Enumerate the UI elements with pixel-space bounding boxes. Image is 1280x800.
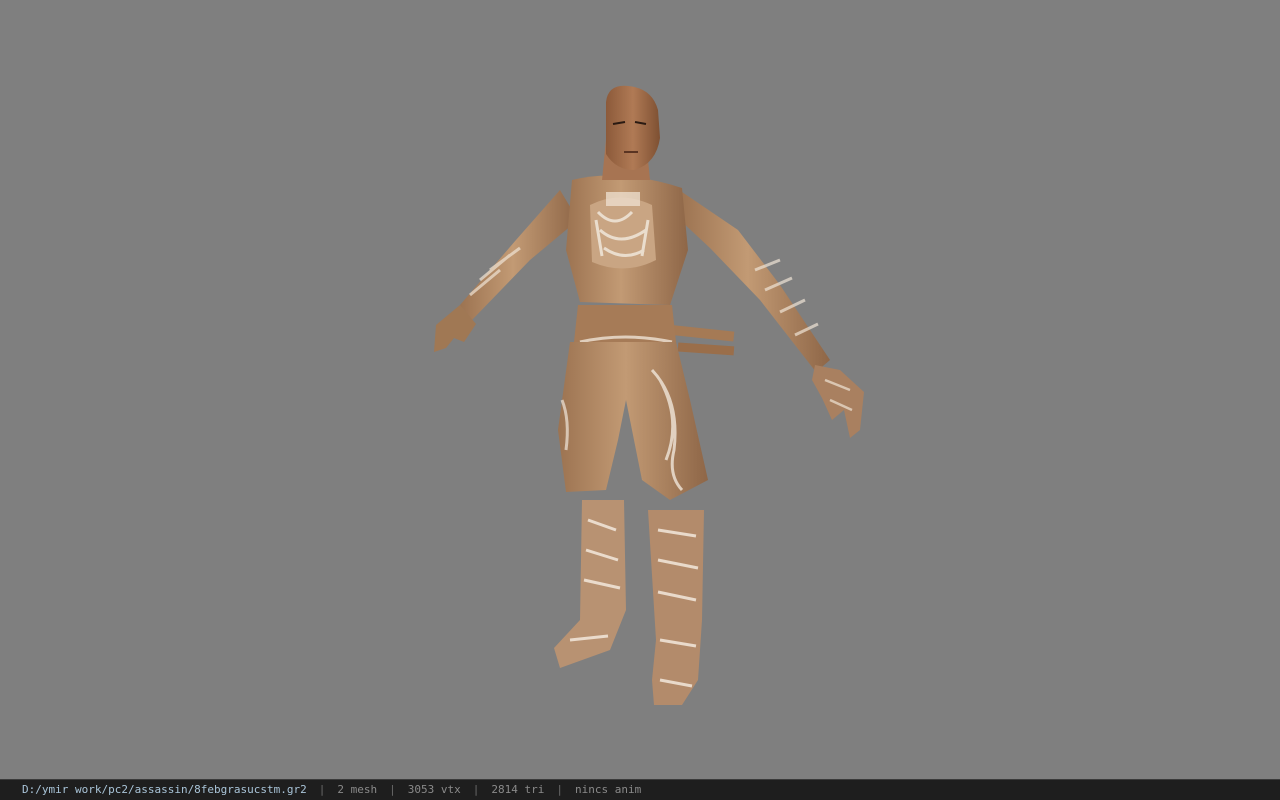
animation-status-label: nincs anim bbox=[575, 783, 642, 796]
boots bbox=[554, 500, 704, 705]
separator: | bbox=[472, 783, 480, 796]
separator: | bbox=[556, 783, 563, 796]
character-model[interactable] bbox=[420, 80, 880, 720]
right-arm bbox=[680, 192, 864, 438]
file-path-label: D:/ymir work/pc2/assassin/8febgrasucstm.… bbox=[22, 783, 307, 796]
separator: | bbox=[389, 783, 396, 796]
3d-viewport[interactable] bbox=[0, 0, 1280, 779]
left-arm bbox=[434, 190, 578, 352]
head bbox=[602, 85, 660, 180]
triangle-count-label: 2814 tri bbox=[491, 783, 545, 796]
separator: | bbox=[318, 783, 326, 796]
pants bbox=[558, 342, 708, 500]
sword-hilt bbox=[671, 325, 735, 356]
vertex-count-label: 3053 vtx bbox=[407, 783, 461, 796]
status-bar: D:/ymir work/pc2/assassin/8febgrasucstm.… bbox=[0, 779, 1280, 800]
torso bbox=[566, 175, 688, 344]
mesh-count-label: 2 mesh bbox=[337, 783, 378, 796]
